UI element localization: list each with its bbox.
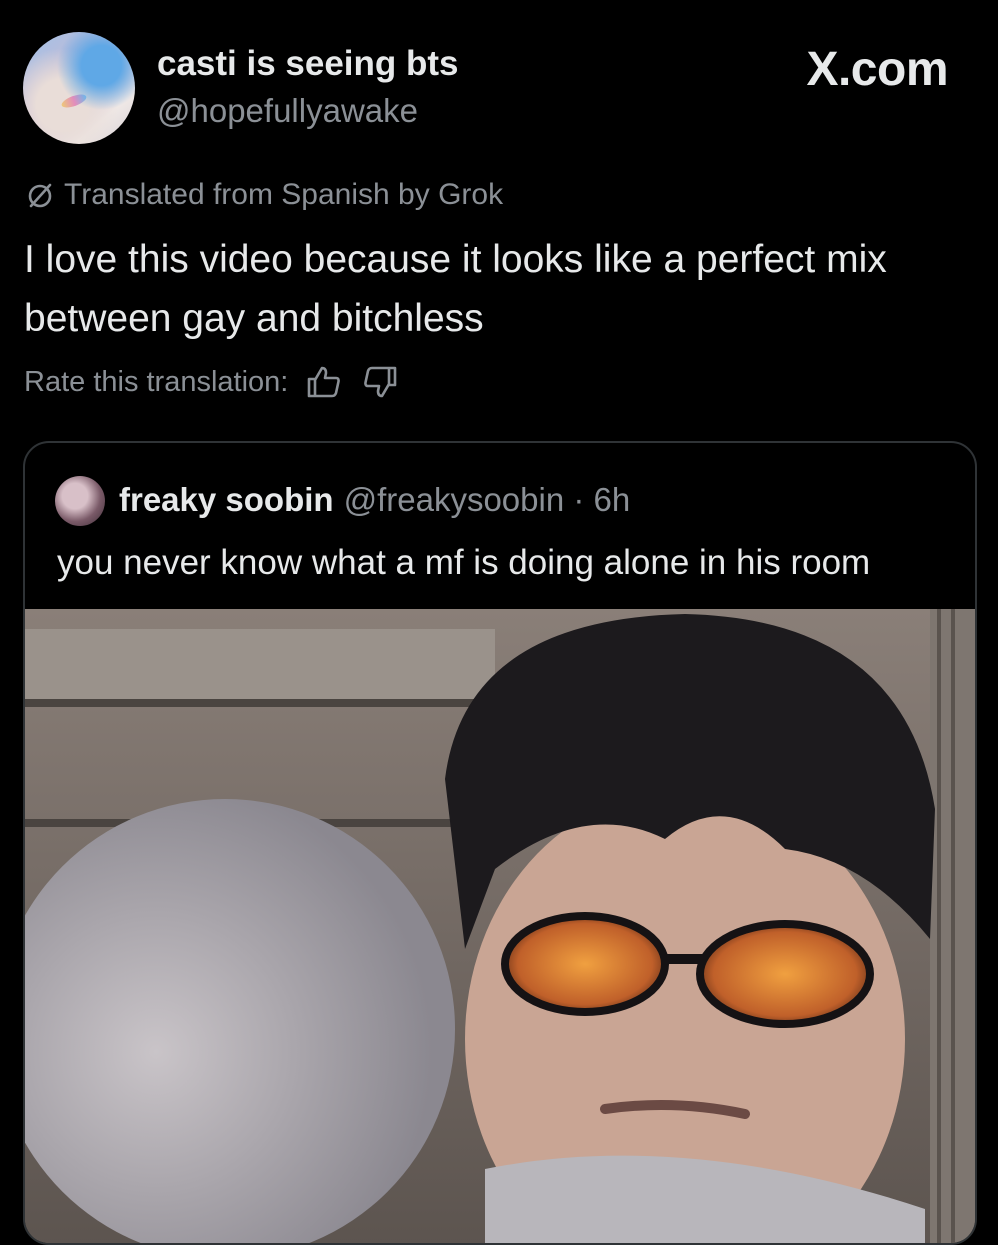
thumbs-down-icon[interactable]: [360, 362, 400, 402]
rate-translation-label: Rate this translation:: [24, 365, 289, 398]
rate-translation: Rate this translation:: [24, 362, 400, 402]
profile-avatar[interactable]: [23, 32, 135, 144]
quoted-author-display-name[interactable]: freaky soobin: [119, 481, 334, 518]
translation-notice: Translated from Spanish by Grok: [24, 178, 503, 212]
quoted-author-handle-time[interactable]: @freakysoobin · 6h: [344, 481, 631, 518]
author-handle[interactable]: @hopefullyawake: [157, 92, 418, 130]
quoted-video-thumbnail[interactable]: [25, 609, 975, 1243]
avatar-glint: [60, 91, 88, 111]
author-display-name[interactable]: casti is seeing bts: [157, 44, 459, 84]
quoted-post-card[interactable]: freaky soobin @freakysoobin · 6h you neve…: [23, 441, 977, 1245]
quoted-author-avatar[interactable]: [55, 476, 105, 526]
x-logo: X.com: [806, 43, 948, 96]
translation-notice-text: Translated from Spanish by Grok: [64, 178, 504, 211]
post-text: I love this video because it looks like …: [24, 238, 887, 340]
thumbs-up-icon[interactable]: [304, 362, 344, 402]
quoted-post-text: you never know what a mf is doing alone …: [57, 543, 871, 582]
translate-slash-icon: [28, 183, 52, 208]
quoted-author-line[interactable]: freaky soobin @freakysoobin · 6h: [119, 481, 630, 519]
